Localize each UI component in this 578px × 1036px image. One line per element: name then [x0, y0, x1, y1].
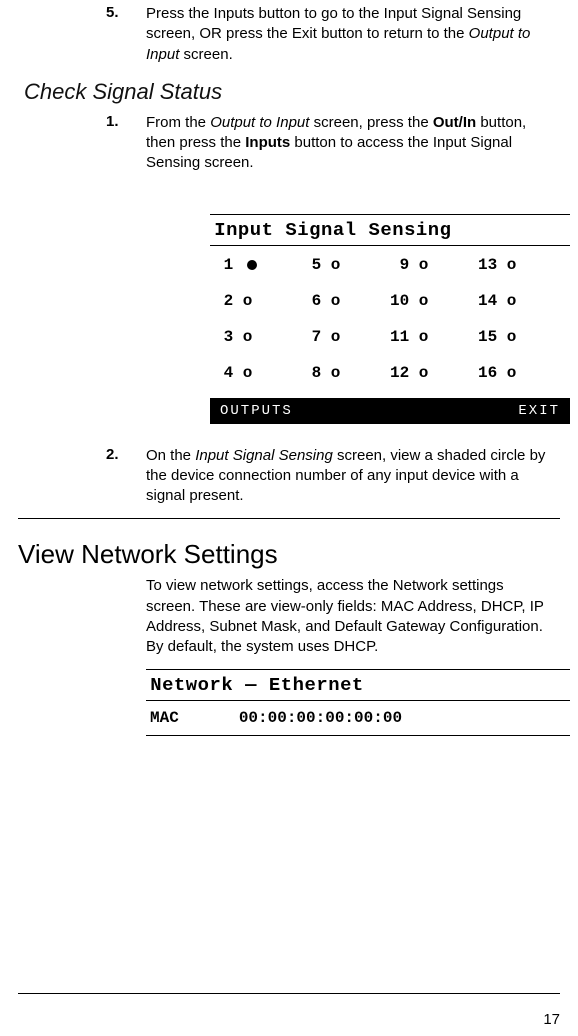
lcd-title: Network — Ethernet: [146, 670, 578, 700]
check-signal-step-2: 2. On the Input Signal Sensing screen, v…: [18, 446, 560, 507]
sensing-cell-7: 7 o: [302, 328, 390, 346]
sensing-cell-2: 2 o: [214, 292, 302, 310]
sensing-cell-13: 13 o: [478, 256, 566, 274]
sensing-cell-6: 6 o: [302, 292, 390, 310]
sensing-cell-5: 5 o: [302, 256, 390, 274]
lcd-bottom-bar: OUTPUTS EXIT: [210, 398, 570, 424]
sensing-cell-14: 14 o: [478, 292, 566, 310]
status-dot-filled-icon: [247, 260, 257, 270]
step-text: From the Output to Input screen, press t…: [146, 113, 560, 174]
outputs-button[interactable]: OUTPUTS: [220, 403, 293, 419]
sensing-cell-11: 11 o: [390, 328, 478, 346]
sensing-cell-8: 8 o: [302, 364, 390, 382]
step-number: 5.: [18, 4, 146, 65]
view-network-paragraph: To view network settings, access the Net…: [146, 576, 554, 657]
sensing-cell-12: 12 o: [390, 364, 478, 382]
step-number: 1.: [18, 113, 146, 174]
footer-rule: [18, 993, 560, 994]
mac-label: MAC: [150, 709, 179, 727]
step-text: Press the Inputs button to go to the Inp…: [146, 4, 560, 65]
mac-value: 00:00:00:00:00:00: [239, 709, 402, 727]
step-text: On the Input Signal Sensing screen, view…: [146, 446, 560, 507]
lcd-input-signal-sensing: Input Signal Sensing 1 5 o 9 o13 o 2 o 6…: [210, 214, 570, 424]
section-divider: [18, 518, 560, 519]
page-number: 17: [543, 1011, 560, 1028]
check-signal-step-1: 1. From the Output to Input screen, pres…: [18, 113, 560, 174]
step-5: 5. Press the Inputs button to go to the …: [18, 0, 560, 65]
lcd-network-ethernet: Network — Ethernet MAC 00:00:00:00:00:00: [146, 669, 570, 736]
sensing-cell-15: 15 o: [478, 328, 566, 346]
lcd-bottom-rule: [146, 735, 570, 736]
heading-check-signal-status: Check Signal Status: [24, 79, 560, 105]
sensing-cell-4: 4 o: [214, 364, 302, 382]
exit-button[interactable]: EXIT: [518, 403, 560, 419]
sensing-cell-3: 3 o: [214, 328, 302, 346]
sensing-grid: 1 5 o 9 o13 o 2 o 6 o10 o14 o 3 o 7 o11 …: [210, 246, 570, 398]
sensing-cell-16: 16 o: [478, 364, 566, 382]
heading-view-network-settings: View Network Settings: [18, 539, 560, 570]
sensing-cell-9: 9 o: [390, 256, 478, 274]
step-number: 2.: [18, 446, 146, 507]
sensing-cell-1: 1: [214, 256, 302, 274]
network-mac-row: MAC 00:00:00:00:00:00: [146, 701, 570, 735]
lcd-title: Input Signal Sensing: [210, 215, 578, 245]
sensing-cell-10: 10 o: [390, 292, 478, 310]
